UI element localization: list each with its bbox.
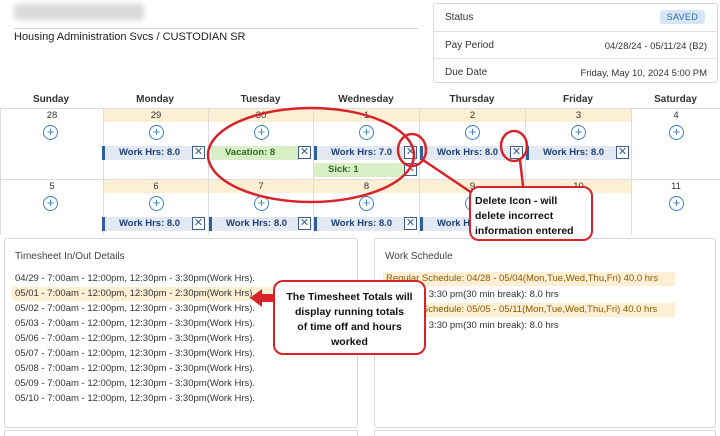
schedule-line: Regular Schedule: 05/05 - 05/11(Mon,Tue,…: [383, 303, 675, 317]
status-label: Status: [445, 12, 474, 23]
day-cell[interactable]: 7 + Work Hrs: 8.0 ✕: [208, 179, 313, 235]
add-icon[interactable]: +: [149, 125, 164, 140]
work-hours-entry[interactable]: Work Hrs: 8.0: [526, 146, 616, 160]
day-cell[interactable]: 4 +: [631, 108, 720, 179]
delete-icon[interactable]: ✕: [192, 217, 205, 230]
day-cell[interactable]: 3 + Work Hrs: 8.0 ✕: [525, 108, 631, 179]
due-date-label: Due Date: [445, 67, 488, 78]
delete-icon[interactable]: ✕: [404, 146, 417, 159]
timesheet-title: Timesheet In/Out Details: [15, 251, 125, 262]
day-cell[interactable]: 1 + Work Hrs: 7.0 ✕ Sick: 1 ✕: [313, 108, 419, 179]
schedule-line: Regular Schedule: 04/28 - 05/04(Mon,Tue,…: [383, 272, 675, 286]
delete-icon[interactable]: ✕: [616, 146, 629, 159]
add-icon[interactable]: +: [43, 196, 58, 211]
day-header-tuesday: Tuesday: [240, 94, 281, 105]
delete-icon[interactable]: ✕: [404, 163, 417, 176]
timesheet-line: 05/08 - 7:00am - 12:00pm, 12:30pm - 3:30…: [15, 363, 256, 374]
work-hours-entry[interactable]: Work Hrs: 7.0: [314, 146, 404, 160]
callout-line: display running totals: [294, 306, 405, 318]
day-cell[interactable]: 2 + Work Hrs: 8.0 ✕: [419, 108, 525, 179]
day-number: 1: [314, 109, 419, 122]
day-number: 4: [673, 110, 679, 121]
day-number: 2: [420, 109, 525, 122]
status-card: Status SAVED Pay Period 04/28/24 - 05/11…: [433, 3, 718, 83]
day-number: 29: [104, 109, 208, 122]
delete-icon[interactable]: ✕: [510, 146, 523, 159]
callout-line: information entered: [475, 225, 574, 237]
day-header-friday: Friday: [562, 94, 593, 105]
callout-line: The Timesheet Totals will: [286, 291, 413, 303]
work-hours-entry[interactable]: Work Hrs: 8.0: [102, 217, 193, 231]
add-icon[interactable]: +: [465, 125, 480, 140]
work-hours-entry[interactable]: Work Hrs: 8.0: [314, 217, 404, 231]
status-badge: SAVED: [659, 10, 705, 24]
day-header-wednesday: Wednesday: [338, 94, 394, 105]
day-number: 5: [49, 181, 55, 192]
day-number: 11: [671, 181, 681, 192]
add-icon[interactable]: +: [149, 196, 164, 211]
day-header-sunday: Sunday: [32, 94, 70, 105]
work-hours-entry[interactable]: Work Hrs: 8.0: [102, 146, 193, 160]
timesheet-line: 05/10 - 7:00am - 12:00pm, 12:30pm - 3:30…: [15, 393, 256, 404]
pay-period-row: Pay Period 04/28/24 - 05/11/24 (B2): [434, 31, 717, 57]
status-row: Status SAVED: [434, 4, 717, 30]
add-icon[interactable]: +: [254, 196, 269, 211]
day-number: 8: [314, 180, 419, 193]
timesheet-totals-callout: The Timesheet Totals will display runnin…: [273, 280, 426, 355]
day-number: 30: [209, 109, 313, 122]
day-cell[interactable]: 5 +: [0, 179, 103, 235]
pay-period-label: Pay Period: [445, 40, 494, 51]
delete-icon-callout: Delete Icon - will delete incorrect info…: [469, 186, 593, 241]
add-icon[interactable]: +: [359, 125, 374, 140]
timesheet-line: 05/09 - 7:00am - 12:00pm, 12:30pm - 3:30…: [15, 378, 256, 389]
day-cell[interactable]: 29 + Work Hrs: 8.0 ✕: [102, 108, 208, 179]
delete-icon[interactable]: ✕: [404, 217, 417, 230]
due-date-value: Friday, May 10, 2024 5:00 PM: [580, 68, 707, 79]
add-icon[interactable]: +: [669, 196, 684, 211]
day-number: 28: [46, 110, 58, 121]
day-cell[interactable]: 28 +: [0, 108, 103, 179]
delete-icon[interactable]: ✕: [298, 217, 311, 230]
delete-icon[interactable]: ✕: [298, 146, 311, 159]
day-header-monday: Monday: [136, 94, 174, 105]
day-header-saturday: Saturday: [654, 94, 697, 105]
callout-line: worked: [331, 336, 368, 348]
vacation-entry[interactable]: Vacation: 8: [211, 146, 299, 160]
add-icon[interactable]: +: [43, 125, 58, 140]
add-icon[interactable]: +: [669, 125, 684, 140]
department-title: Housing Administration Svcs / CUSTODIAN …: [14, 31, 246, 43]
work-schedule-title: Work Schedule: [385, 251, 453, 262]
add-icon[interactable]: +: [254, 125, 269, 140]
callout-line: Delete Icon - will: [475, 195, 558, 207]
header-divider: [14, 28, 418, 29]
employee-name-redacted: [14, 4, 144, 20]
callout-line: delete incorrect: [475, 210, 554, 222]
day-number: 3: [526, 109, 631, 122]
day-cell[interactable]: 30 + Vacation: 8 ✕: [208, 108, 313, 179]
day-cell[interactable]: 8 + Work Hrs: 8.0 ✕: [313, 179, 419, 235]
day-header-thursday: Thursday: [449, 94, 495, 105]
add-icon[interactable]: +: [571, 125, 586, 140]
add-icon[interactable]: +: [359, 196, 374, 211]
panel-edge: [374, 430, 716, 436]
sick-entry[interactable]: Sick: 1: [314, 163, 404, 177]
work-hours-entry[interactable]: Work Hrs: 8.0: [420, 146, 510, 160]
delete-icon[interactable]: ✕: [192, 146, 205, 159]
work-hours-entry[interactable]: Work Hrs: 8.0: [209, 217, 298, 231]
panel-edge: [4, 430, 358, 436]
pay-period-value: 04/28/24 - 05/11/24 (B2): [604, 41, 707, 52]
day-number: 7: [209, 180, 313, 193]
callout-line: of time off and hours: [297, 321, 402, 333]
day-cell[interactable]: 6 + Work Hrs: 8.0 ✕: [102, 179, 208, 235]
day-cell[interactable]: 11 +: [631, 179, 720, 235]
due-date-row: Due Date Friday, May 10, 2024 5:00 PM: [434, 58, 717, 84]
day-number: 6: [104, 180, 208, 193]
